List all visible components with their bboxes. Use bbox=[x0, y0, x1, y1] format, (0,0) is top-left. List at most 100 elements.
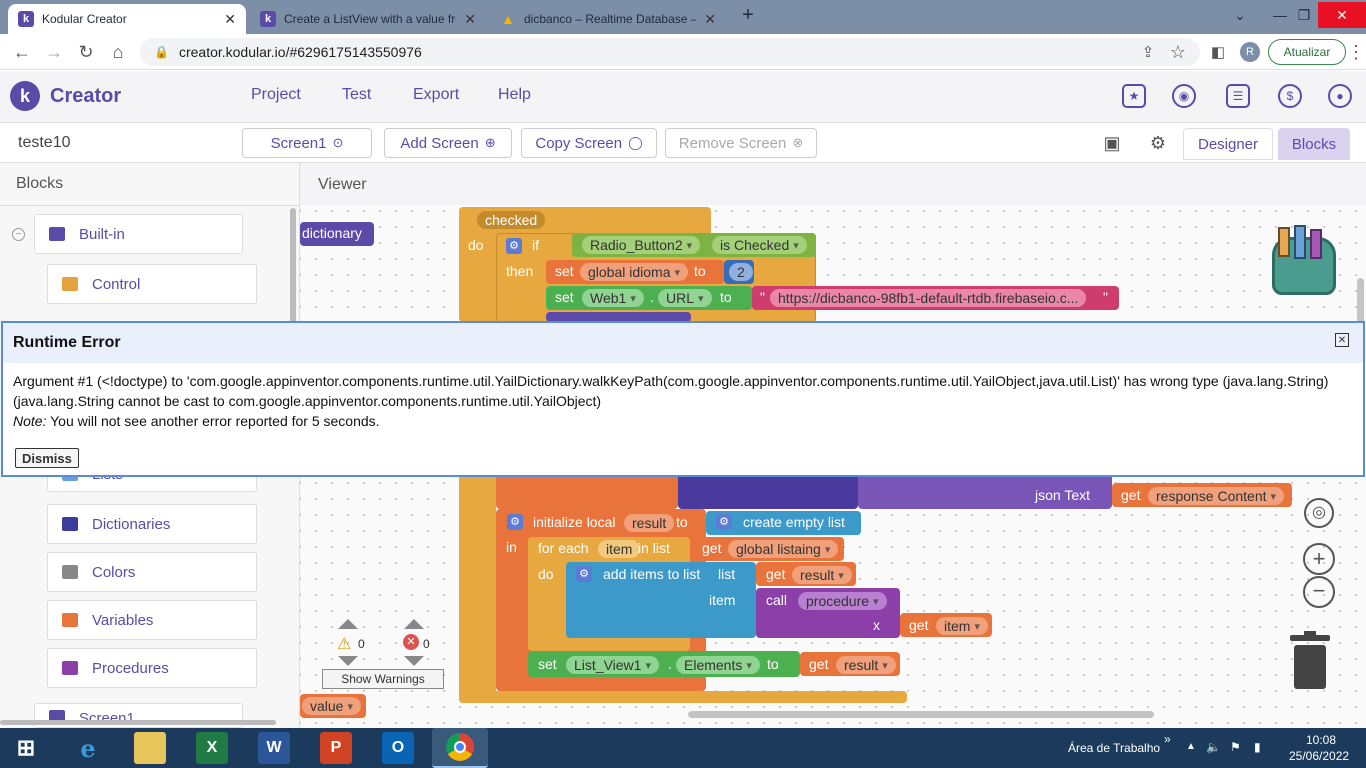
library-icon[interactable]: ☰ bbox=[1226, 84, 1250, 108]
zoom-in-icon[interactable]: + bbox=[1303, 543, 1335, 575]
gear-icon[interactable]: ⚙ bbox=[576, 566, 592, 582]
gear-icon[interactable]: ⚙ bbox=[506, 238, 522, 254]
dollar-icon[interactable]: $ bbox=[1278, 84, 1302, 108]
warning-up-arrow-icon[interactable] bbox=[338, 619, 358, 629]
chrome-taskbar-button[interactable] bbox=[432, 728, 488, 768]
collapse-icon[interactable]: − bbox=[12, 228, 25, 241]
gear-icon[interactable]: ⚙ bbox=[716, 514, 732, 530]
blocks-button[interactable]: Blocks bbox=[1278, 128, 1350, 160]
panel-scrollbar[interactable] bbox=[290, 208, 296, 338]
number-value[interactable]: 2 bbox=[729, 263, 753, 281]
outlook-icon[interactable]: O bbox=[382, 732, 414, 764]
reload-icon[interactable]: ↻ bbox=[74, 40, 98, 64]
item-dropdown[interactable]: item bbox=[936, 617, 988, 635]
powerpoint-icon[interactable]: P bbox=[320, 732, 352, 764]
close-tab-icon[interactable]: ✕ bbox=[464, 11, 476, 28]
volume-icon[interactable]: 🔈 bbox=[1206, 740, 1221, 754]
desktop-toolbar-label[interactable]: Área de Trabalho bbox=[1068, 741, 1160, 755]
is-checked-dropdown[interactable]: is Checked bbox=[712, 236, 807, 254]
star-folder-icon[interactable]: ★ bbox=[1122, 84, 1146, 108]
tree-item-dictionaries[interactable]: Dictionaries bbox=[47, 504, 257, 544]
url-property-dropdown[interactable]: URL bbox=[658, 289, 712, 307]
update-button[interactable]: Atualizar bbox=[1268, 39, 1346, 65]
event-block-bottom[interactable] bbox=[459, 691, 907, 703]
excel-icon[interactable]: X bbox=[196, 732, 228, 764]
tab-search-chevron-icon[interactable]: ⌄ bbox=[1222, 2, 1258, 28]
tab-kodular-creator[interactable]: k Kodular Creator ✕ bbox=[8, 4, 246, 34]
viewer-horizontal-scrollbar[interactable] bbox=[688, 711, 1154, 718]
recenter-target-icon[interactable]: ◎ bbox=[1304, 498, 1334, 528]
account-icon[interactable]: ● bbox=[1328, 84, 1352, 108]
menu-project[interactable]: Project bbox=[251, 86, 301, 104]
event-block-lower[interactable] bbox=[459, 473, 496, 703]
flag-icon[interactable]: ⚑ bbox=[1230, 740, 1241, 754]
screenshot-icon[interactable]: ▣ bbox=[1100, 131, 1124, 155]
result-name-field[interactable]: result bbox=[624, 514, 675, 532]
result-dropdown[interactable]: result bbox=[792, 566, 852, 584]
checked-param[interactable]: checked bbox=[477, 211, 546, 229]
elements-dropdown[interactable]: Elements bbox=[676, 656, 760, 674]
side-panel-icon[interactable]: ◧ bbox=[1206, 40, 1230, 64]
gear-icon[interactable]: ⚙ bbox=[507, 514, 523, 530]
orange-block-remnant[interactable] bbox=[496, 473, 678, 509]
menu-export[interactable]: Export bbox=[413, 86, 459, 104]
bookmark-star-icon[interactable]: ☆ bbox=[1166, 40, 1190, 64]
restore-icon[interactable]: ❐ bbox=[1286, 2, 1322, 28]
trash-can-icon[interactable] bbox=[1290, 631, 1330, 689]
windows-start-icon[interactable]: ⊞ bbox=[10, 732, 42, 764]
tab-dicbanco[interactable]: ▲ dicbanco – Realtime Database – ✕ bbox=[490, 4, 726, 34]
dismiss-button[interactable]: Dismiss bbox=[15, 448, 79, 468]
tree-item-control[interactable]: Control bbox=[47, 264, 257, 304]
file-explorer-icon[interactable] bbox=[134, 732, 166, 764]
tree-item-procedures[interactable]: Procedures bbox=[47, 648, 257, 688]
screen-select-button[interactable]: Screen1 ⊙ bbox=[242, 128, 372, 158]
warning-down-arrow-icon[interactable] bbox=[338, 656, 358, 666]
error-up-arrow-icon[interactable] bbox=[404, 619, 424, 629]
list-view1-dropdown[interactable]: List_View1 bbox=[566, 656, 659, 674]
procedure-dropdown[interactable]: procedure bbox=[798, 592, 887, 610]
share-icon[interactable]: ⇪ bbox=[1136, 40, 1160, 64]
tab-create-listview[interactable]: k Create a ListView with a value fro ✕ bbox=[250, 4, 486, 34]
menu-help[interactable]: Help bbox=[498, 86, 531, 104]
copy-screen-button[interactable]: Copy Screen ◯ bbox=[521, 128, 657, 158]
kodular-logo[interactable]: k bbox=[10, 81, 40, 111]
item-name-field[interactable]: item bbox=[598, 540, 641, 558]
global-idioma-dropdown[interactable]: global idioma bbox=[580, 263, 689, 281]
remove-screen-button[interactable]: Remove Screen ⊗ bbox=[665, 128, 817, 158]
close-tab-icon[interactable]: ✕ bbox=[224, 11, 236, 28]
url-text-value[interactable]: https://dicbanco-98fb1-default-rtdb.fire… bbox=[770, 289, 1087, 307]
panel-horizontal-scrollbar[interactable] bbox=[0, 720, 276, 725]
browser-menu-icon[interactable]: ⋮ bbox=[1344, 40, 1366, 64]
designer-button[interactable]: Designer bbox=[1183, 128, 1273, 160]
settings-gear-icon[interactable]: ⚙ bbox=[1146, 131, 1170, 155]
tray-up-arrow-icon[interactable]: ▲ bbox=[1186, 741, 1196, 752]
add-screen-button[interactable]: Add Screen ⊕ bbox=[384, 128, 512, 158]
clock-time[interactable]: 10:08 bbox=[1306, 733, 1336, 747]
dictionary-remnant-block[interactable] bbox=[678, 473, 858, 509]
profile-avatar[interactable]: R bbox=[1240, 42, 1260, 62]
error-down-arrow-icon[interactable] bbox=[404, 656, 424, 666]
close-dialog-icon[interactable]: ✕ bbox=[1335, 333, 1349, 347]
internet-explorer-icon[interactable]: e bbox=[72, 732, 104, 764]
battery-icon[interactable]: ▮ bbox=[1254, 740, 1261, 754]
tree-item-variables[interactable]: Variables bbox=[47, 600, 257, 640]
backpack-icon[interactable] bbox=[1264, 225, 1344, 301]
tree-item-colors[interactable]: Colors bbox=[47, 552, 257, 592]
home-icon[interactable]: ⌂ bbox=[106, 40, 130, 64]
close-tab-icon[interactable]: ✕ bbox=[704, 11, 716, 28]
forward-arrow-icon[interactable]: → bbox=[42, 40, 66, 64]
show-warnings-button[interactable]: Show Warnings bbox=[322, 669, 444, 689]
zoom-out-icon[interactable]: − bbox=[1303, 576, 1335, 608]
menu-test[interactable]: Test bbox=[342, 86, 371, 104]
back-arrow-icon[interactable]: ← bbox=[10, 40, 34, 64]
global-listaing-dropdown[interactable]: global listaing bbox=[728, 540, 839, 558]
desktop-expand-chevron-icon[interactable]: » bbox=[1164, 732, 1171, 746]
url-field[interactable]: 🔒 creator.kodular.io/#6296175143550976 bbox=[140, 38, 1200, 66]
dictionary-block[interactable]: dictionary bbox=[300, 222, 374, 246]
response-content-dropdown[interactable]: response Content bbox=[1148, 487, 1285, 505]
result-dropdown[interactable]: result bbox=[836, 656, 896, 674]
palette-icon[interactable]: ◉ bbox=[1172, 84, 1196, 108]
value-dropdown[interactable]: value bbox=[302, 697, 361, 715]
web1-dropdown[interactable]: Web1 bbox=[582, 289, 644, 307]
clock-date[interactable]: 25/06/2022 bbox=[1289, 749, 1349, 763]
